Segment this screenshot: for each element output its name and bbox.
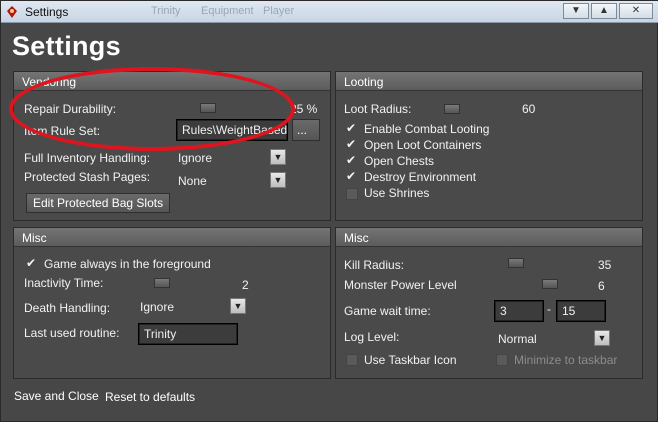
game-wait-max-field[interactable]: 15 [556,300,606,322]
foreground-label: Game always in the foreground [44,257,211,271]
ghost-tab: Equipment [201,5,254,17]
loot-option-checkbox[interactable] [346,169,358,184]
looting-panel: Looting Loot Radius: 60 Enable Combat Lo… [335,71,643,221]
kill-radius-label: Kill Radius: [344,258,405,272]
chevron-down-icon: ▼ [594,330,610,346]
last-routine-field[interactable]: Trinity [138,323,238,345]
log-level-label: Log Level: [344,330,400,344]
vendoring-header: Vendoring [14,72,330,91]
monster-power-value: 6 [598,279,605,293]
last-routine-label: Last used routine: [24,326,120,340]
inactivity-time-slider[interactable] [154,278,170,288]
taskbar-icon-label: Use Taskbar Icon [364,353,457,367]
edit-protected-bag-slots-button[interactable]: Edit Protected Bag Slots [26,193,171,213]
loot-option-label: Use Shrines [364,186,430,200]
loot-option-label: Open Loot Containers [364,138,482,152]
restore-button[interactable]: ▲ [591,3,617,19]
game-wait-separator: - [547,302,551,316]
loot-radius-label: Loot Radius: [344,102,412,116]
misc-panel-right: Misc Kill Radius: 35 Monster Power Level… [335,227,643,379]
monster-power-label: Monster Power Level [344,278,457,292]
loot-option-label: Open Chests [364,154,435,168]
chevron-down-icon: ▼ [270,149,286,165]
ghost-tab: Player [263,5,295,17]
loot-option-checkbox[interactable] [346,121,358,136]
foreground-checkbox[interactable] [26,256,38,271]
monster-power-slider[interactable] [542,279,558,289]
loot-option-checkbox[interactable] [346,137,358,152]
misc-right-header: Misc [336,228,642,247]
minimize-button[interactable]: ▼ [563,3,589,19]
full-inventory-select[interactable]: Ignore ▼ [174,149,286,167]
chevron-down-icon: ▼ [270,172,286,188]
log-level-value: Normal [498,332,537,346]
full-inventory-value: Ignore [178,151,213,165]
loot-option-label: Destroy Environment [364,170,477,184]
close-icon: ✕ [631,5,641,16]
vendoring-panel: Vendoring Repair Durability: 25 % Item R… [13,71,331,221]
loot-radius-slider[interactable] [444,104,460,114]
repair-durability-slider[interactable] [200,103,216,113]
log-level-select[interactable]: Normal ▼ [494,330,610,348]
misc-left-header: Misc [14,228,330,247]
chevron-down-icon: ▼ [230,298,246,314]
full-inventory-label: Full Inventory Handling: [24,151,151,165]
chevron-down-icon: ▼ [571,5,581,16]
app-icon [7,6,17,18]
protected-stash-select[interactable]: None ▼ [174,172,286,190]
death-handling-select[interactable]: Ignore ▼ [136,298,246,316]
repair-durability-label: Repair Durability: [24,102,117,116]
looting-header: Looting [336,72,642,91]
protected-stash-value: None [178,174,207,188]
item-rule-set-field[interactable]: Rules\WeightBased [176,119,288,141]
kill-radius-value: 35 [598,258,612,272]
death-handling-label: Death Handling: [24,301,111,315]
game-wait-min-field[interactable]: 3 [494,300,544,322]
close-button[interactable]: ✕ [619,3,653,19]
reset-to-defaults-button[interactable]: Reset to defaults [105,390,195,404]
inactivity-time-label: Inactivity Time: [24,276,104,290]
minimize-to-taskbar-label: Minimize to taskbar [514,353,618,367]
protected-stash-label: Protected Stash Pages: [24,170,151,184]
kill-radius-slider[interactable] [508,258,524,268]
loot-radius-value: 60 [522,102,536,116]
loot-option-label: Enable Combat Looting [364,122,490,136]
inactivity-time-value: 2 [242,278,249,292]
settings-window: Settings Trinity Equipment Player ▼ ▲ ✕ … [0,0,658,422]
window-title: Settings [25,5,69,19]
misc-panel-left: Misc Game always in the foreground Inact… [13,227,331,379]
ghost-tab: Trinity [151,5,181,17]
browse-button[interactable]: ... [292,119,320,141]
chevron-up-icon: ▲ [599,5,609,16]
loot-option-checkbox[interactable] [346,188,358,200]
taskbar-icon-checkbox[interactable] [346,354,358,366]
loot-option-checkbox[interactable] [346,153,358,168]
death-handling-value: Ignore [140,300,175,314]
game-wait-label: Game wait time: [344,304,431,318]
item-rule-set-label: Item Rule Set: [24,124,101,138]
save-and-close-button[interactable]: Save and Close [14,389,99,403]
repair-durability-value: 25 % [290,102,318,116]
page-title: Settings [12,31,121,61]
title-bar: Settings Trinity Equipment Player ▼ ▲ ✕ [1,1,658,23]
minimize-to-taskbar-checkbox[interactable] [496,354,508,366]
